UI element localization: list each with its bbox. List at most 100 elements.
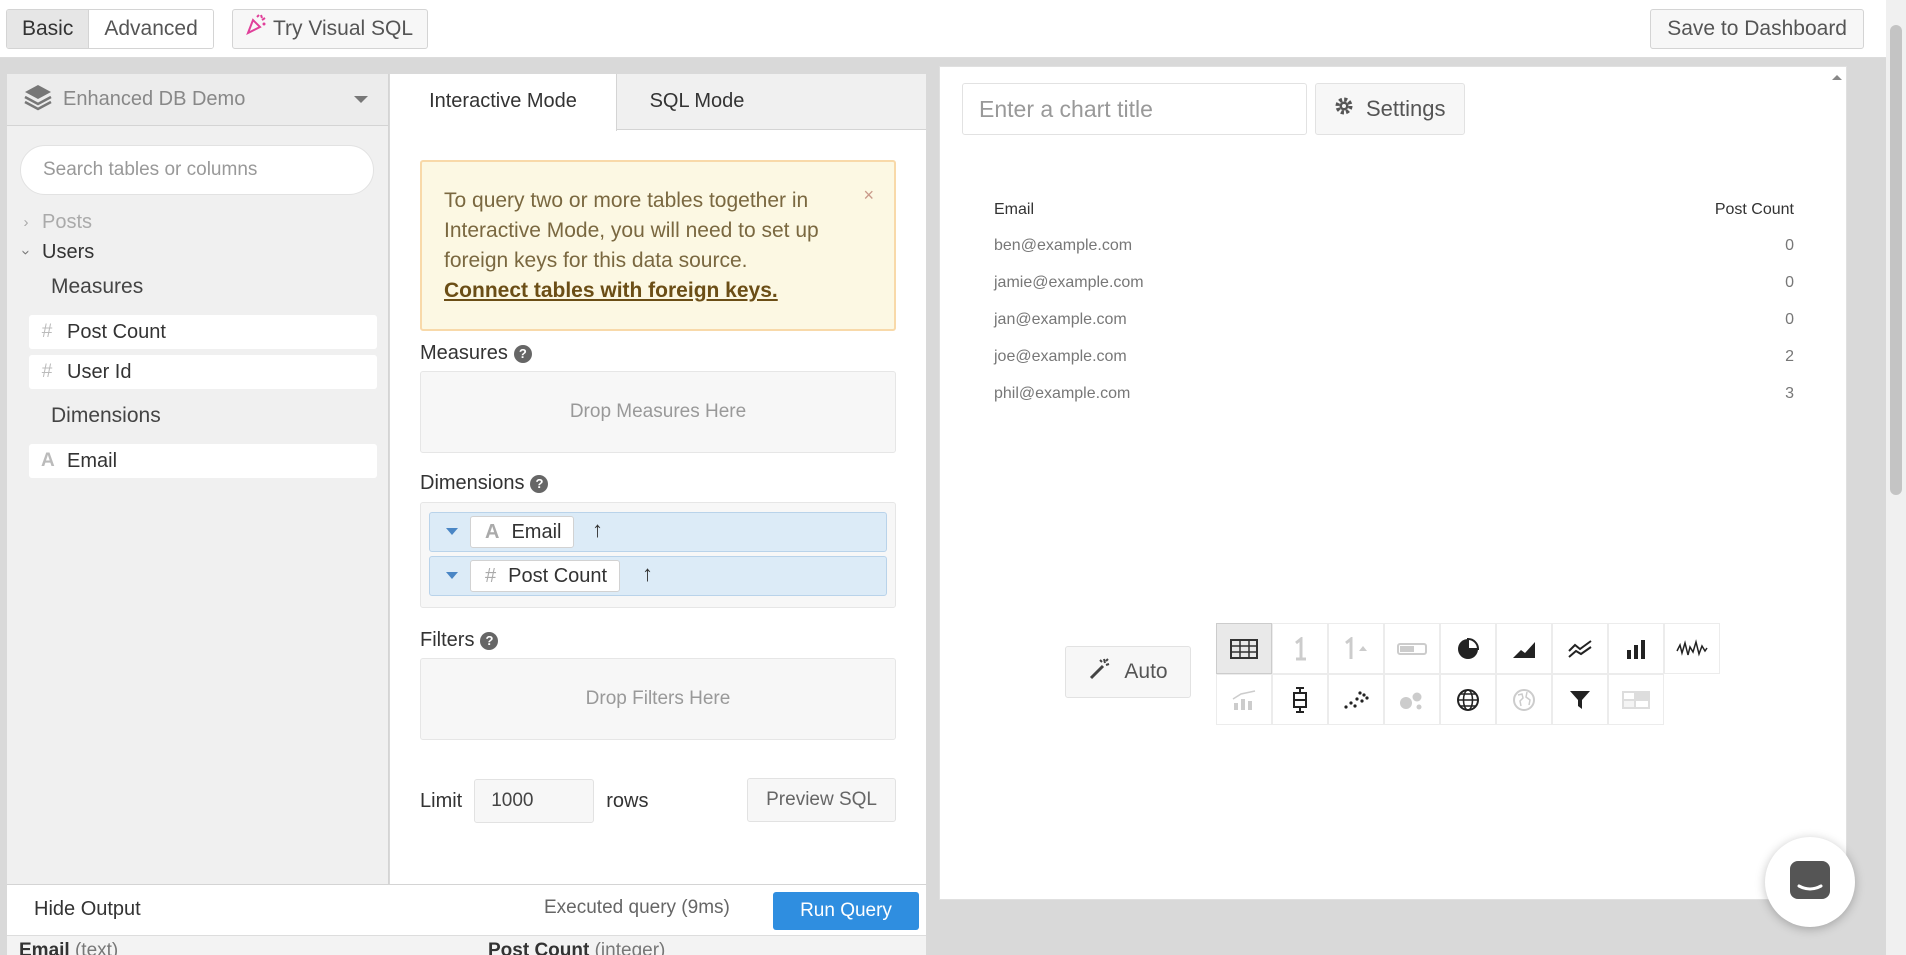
cell-post-count: 3	[1785, 384, 1794, 402]
chart-panel: Enter a chart title Settings Email Post …	[939, 66, 1847, 900]
datasource-name: Enhanced DB Demo	[63, 88, 246, 110]
magic-wand-icon	[1088, 657, 1112, 687]
table-row: joe@example.com 2	[994, 338, 1794, 375]
cell-email: phil@example.com	[994, 384, 1131, 402]
scrollbar-thumb[interactable]	[1890, 25, 1902, 495]
pivot-table-icon[interactable]	[1608, 674, 1664, 725]
try-visual-sql-label: Try Visual SQL	[273, 17, 414, 40]
schema-search-input[interactable]: Search tables or columns	[20, 145, 374, 195]
tab-interactive-mode[interactable]: Interactive Mode	[390, 74, 617, 131]
pill-field[interactable]: # Post Count	[470, 560, 621, 592]
single-value-trend-icon[interactable]	[1328, 623, 1384, 674]
close-icon[interactable]: ×	[863, 180, 874, 210]
text-type-icon: A	[485, 521, 500, 543]
help-icon[interactable]: ?	[530, 474, 549, 493]
column-header-email[interactable]: Email	[994, 201, 1034, 219]
alert-text: To query two or more tables together in …	[444, 189, 819, 272]
chart-title-input[interactable]: Enter a chart title	[962, 83, 1307, 135]
run-query-button[interactable]: Run Query	[773, 892, 919, 930]
limit-label: Limit	[420, 789, 463, 812]
party-popper-icon	[245, 10, 267, 48]
progress-bar-icon[interactable]	[1384, 623, 1440, 674]
gear-icon	[1334, 96, 1354, 122]
field-post-count[interactable]: # Post Count	[29, 315, 377, 349]
field-label: Post Count	[67, 320, 166, 343]
chart-scrollbar[interactable]	[1828, 67, 1846, 899]
layers-icon	[23, 82, 53, 118]
line-chart-icon[interactable]	[1552, 623, 1608, 674]
dimensions-heading: Dimensions	[51, 404, 161, 427]
filters-drop-zone[interactable]: Drop Filters Here	[420, 658, 896, 740]
cell-email: joe@example.com	[994, 347, 1127, 365]
measures-drop-zone[interactable]: Drop Measures Here	[420, 371, 896, 453]
results-header: Email (text) Post Count (integer)	[7, 935, 926, 955]
dimension-pill-email[interactable]: A Email ↑	[429, 512, 887, 552]
funnel-icon[interactable]	[1552, 674, 1608, 725]
chevron-down-icon: ›	[17, 250, 35, 255]
measures-section-heading: Measures ?	[420, 342, 532, 365]
field-user-id[interactable]: # User Id	[29, 355, 377, 389]
map-icon[interactable]	[1496, 674, 1552, 725]
dimensions-drop-zone[interactable]: A Email ↑ # Post Count ↑	[420, 502, 896, 608]
bar-chart-icon[interactable]	[1608, 623, 1664, 674]
bubble-icon[interactable]	[1384, 674, 1440, 725]
filters-label: Filters	[420, 629, 475, 651]
mode-tabs: Interactive Mode SQL Mode	[390, 74, 926, 131]
globe-icon[interactable]	[1440, 674, 1496, 725]
table-icon[interactable]	[1216, 623, 1272, 674]
field-label: User Id	[67, 360, 132, 383]
basic-mode-button[interactable]: Basic	[7, 10, 90, 48]
table-item-users[interactable]: › Users	[17, 241, 95, 264]
bar-line-icon[interactable]	[1216, 674, 1272, 725]
table-row: jan@example.com 0	[994, 301, 1794, 338]
save-to-dashboard-button[interactable]: Save to Dashboard	[1650, 9, 1864, 49]
cell-email: jan@example.com	[994, 310, 1127, 328]
sparkline-icon[interactable]	[1664, 623, 1720, 674]
area-chart-icon[interactable]	[1496, 623, 1552, 674]
results-column-post-count[interactable]: Post Count (integer)	[488, 940, 665, 955]
sort-ascending-icon[interactable]: ↑	[592, 517, 603, 543]
results-column-email[interactable]: Email (text)	[19, 940, 118, 955]
number-type-icon: #	[485, 565, 497, 587]
advanced-mode-button[interactable]: Advanced	[89, 10, 213, 48]
chat-launcher-button[interactable]	[1765, 837, 1855, 927]
field-email[interactable]: A Email	[29, 444, 377, 478]
page-scrollbar[interactable]	[1886, 0, 1906, 955]
pie-chart-icon[interactable]	[1440, 623, 1496, 674]
table-item-posts[interactable]: › Posts	[20, 211, 93, 234]
scatter-icon[interactable]	[1328, 674, 1384, 725]
dimensions-label: Dimensions	[420, 472, 525, 494]
limit-row: Limit 1000 rows Preview SQL	[420, 778, 896, 824]
help-icon[interactable]: ?	[480, 631, 499, 650]
settings-button[interactable]: Settings	[1315, 83, 1465, 135]
hide-output-button[interactable]: Hide Output	[34, 898, 141, 921]
datasource-selector[interactable]: Enhanced DB Demo	[7, 74, 388, 126]
results-table: Email Post Count ben@example.com 0 jamie@…	[994, 193, 1794, 412]
dimensions-section-heading: Dimensions ?	[420, 472, 549, 495]
try-visual-sql-button[interactable]: Try Visual SQL	[232, 9, 429, 49]
caret-down-icon[interactable]	[446, 572, 458, 579]
preview-sql-button[interactable]: Preview SQL	[747, 778, 896, 822]
pill-field[interactable]: A Email	[470, 516, 575, 548]
chevron-down-icon	[354, 96, 368, 103]
limit-input[interactable]: 1000	[474, 779, 595, 823]
cell-post-count: 0	[1785, 310, 1794, 328]
measures-heading: Measures	[51, 275, 144, 298]
pill-label: Email	[511, 521, 562, 543]
sort-ascending-icon[interactable]: ↑	[642, 561, 653, 587]
help-icon[interactable]: ?	[513, 344, 532, 363]
pill-label: Post Count	[508, 565, 608, 587]
filters-section-heading: Filters ?	[420, 629, 499, 652]
tab-sql-mode[interactable]: SQL Mode	[617, 74, 777, 130]
auto-chart-button[interactable]: Auto	[1065, 646, 1191, 698]
boxplot-icon[interactable]	[1272, 674, 1328, 725]
settings-label: Settings	[1366, 96, 1446, 121]
field-label: Email	[67, 449, 118, 472]
table-row: ben@example.com 0	[994, 227, 1794, 264]
dimension-pill-post-count[interactable]: # Post Count ↑	[429, 556, 887, 596]
column-header-post-count[interactable]: Post Count	[1715, 201, 1794, 219]
connect-foreign-keys-link[interactable]: Connect tables with foreign keys.	[444, 276, 872, 306]
caret-down-icon[interactable]	[446, 528, 458, 535]
single-value-icon[interactable]	[1272, 623, 1328, 674]
table-header: Email Post Count	[994, 193, 1794, 227]
